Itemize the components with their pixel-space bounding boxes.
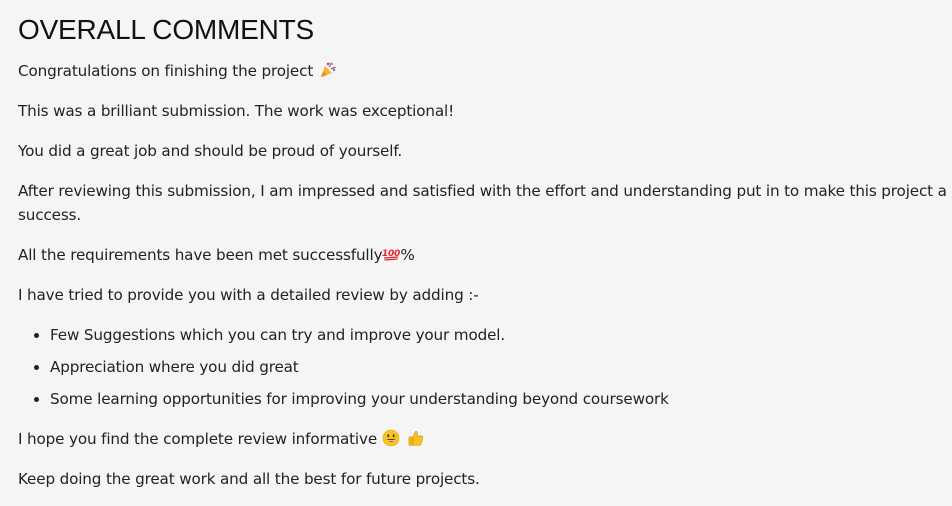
- overall-comments-heading: OVERALL COMMENTS: [18, 14, 315, 45]
- closing-paragraph: Keep doing the great work and all the be…: [18, 470, 480, 488]
- congratulations-paragraph: Congratulations on finishing the project: [18, 59, 952, 83]
- grinning-face-icon: [382, 429, 400, 447]
- list-item-appreciation: Appreciation where you did great: [50, 355, 952, 379]
- impressed-paragraph: After reviewing this submission, I am im…: [18, 182, 947, 224]
- thumbs-up-icon: [407, 429, 425, 447]
- requirements-text: All the requirements have been met succe…: [18, 246, 383, 264]
- hope-text: I hope you find the complete review info…: [18, 430, 378, 448]
- detailed-review-paragraph: I have tried to provide you with a detai…: [18, 286, 479, 304]
- congratulations-text: Congratulations on finishing the project: [18, 62, 314, 80]
- list-item-learning: Some learning opportunities for improvin…: [50, 387, 952, 411]
- brilliant-paragraph: This was a brilliant submission. The wor…: [18, 102, 455, 120]
- hope-paragraph: I hope you find the complete review info…: [18, 427, 952, 451]
- hundred-points-icon: 100: [382, 244, 400, 262]
- great-job-paragraph: You did a great job and should be proud …: [18, 142, 403, 160]
- review-items-list: Few Suggestions which you can try and im…: [18, 323, 952, 411]
- requirements-suffix: %: [400, 246, 415, 264]
- requirements-paragraph: All the requirements have been met succe…: [18, 243, 952, 267]
- list-item-suggestions: Few Suggestions which you can try and im…: [50, 323, 952, 347]
- review-panel: OVERALL COMMENTS Congratulations on fini…: [0, 0, 952, 506]
- party-popper-icon: [319, 61, 337, 79]
